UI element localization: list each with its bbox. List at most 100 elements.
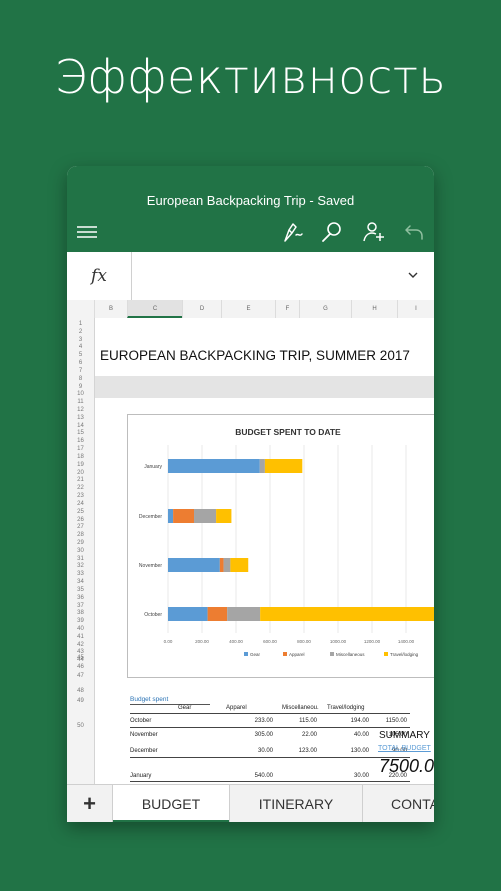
- row-header[interactable]: 20: [67, 470, 94, 476]
- budget-chart[interactable]: BUDGET SPENT TO DATE 0.00 200.00 400.00 600.…: [127, 414, 434, 678]
- row-header[interactable]: 40: [67, 626, 94, 632]
- row-header[interactable]: 5: [67, 352, 94, 358]
- chevron-down-icon[interactable]: [406, 268, 420, 282]
- chart-title: BUDGET SPENT TO DATE: [235, 427, 341, 437]
- column-header-g[interactable]: G: [299, 300, 351, 318]
- table-month-cell: December: [130, 748, 158, 754]
- column-header-i[interactable]: I: [397, 300, 434, 318]
- bar-segment: [219, 558, 224, 572]
- column-header-h[interactable]: H: [351, 300, 397, 318]
- sheet-title: EUROPEAN BACKPACKING TRIP, SUMMER 2017: [100, 348, 410, 363]
- bar-segment: [168, 607, 208, 621]
- column-header-f[interactable]: F: [275, 300, 299, 318]
- total-budget-label: TOTAL BUDGET: [378, 745, 431, 752]
- bar-segment: [259, 459, 265, 473]
- chart-svg: BUDGET SPENT TO DATE 0.00 200.00 400.00 600.…: [139, 427, 434, 657]
- category-label: January: [144, 464, 162, 470]
- tab-contacts[interactable]: CONTA: [363, 785, 434, 822]
- column-header-c[interactable]: C: [127, 300, 182, 318]
- tab-itinerary[interactable]: ITINERARY: [230, 785, 362, 822]
- row-header[interactable]: 24: [67, 501, 94, 507]
- table-value-cell: 540.00: [254, 773, 273, 779]
- row-header[interactable]: 46: [67, 664, 94, 670]
- row-header[interactable]: 12: [67, 407, 94, 413]
- row-header[interactable]: 17: [67, 446, 94, 452]
- row-header[interactable]: 18: [67, 454, 94, 460]
- row-header[interactable]: 35: [67, 587, 94, 593]
- row-header[interactable]: 19: [67, 462, 94, 468]
- row-header[interactable]: 50: [67, 723, 94, 729]
- function-button[interactable]: fx: [67, 252, 132, 300]
- row-header[interactable]: 30: [67, 548, 94, 554]
- row-header[interactable]: 45: [67, 655, 94, 661]
- row-header[interactable]: 7: [67, 368, 94, 374]
- legend-label: Travel/lodging: [390, 652, 419, 657]
- tab-budget[interactable]: BUDGET: [113, 785, 229, 822]
- row-header[interactable]: 29: [67, 540, 94, 546]
- x-tick-label: 0.00: [164, 639, 173, 644]
- table-value-cell: 22.00: [301, 732, 317, 738]
- row-header[interactable]: 27: [67, 524, 94, 530]
- column-header-d[interactable]: D: [182, 300, 221, 318]
- menu-icon[interactable]: [75, 220, 99, 244]
- row-header[interactable]: 47: [67, 673, 94, 679]
- budget-spent-label: Budget spent: [130, 696, 169, 703]
- table-value-cell: 1150.00: [385, 718, 407, 724]
- row-header[interactable]: 38: [67, 610, 94, 616]
- legend-swatch: [244, 652, 248, 656]
- row-header[interactable]: 23: [67, 493, 94, 499]
- x-tick-label: 1000.00: [330, 639, 347, 644]
- add-sheet-button[interactable]: +: [67, 785, 112, 822]
- row-header[interactable]: 42: [67, 642, 94, 648]
- column-header-e[interactable]: E: [221, 300, 275, 318]
- row-header[interactable]: 13: [67, 415, 94, 421]
- row-header[interactable]: 34: [67, 579, 94, 585]
- formula-bar: fx: [67, 252, 434, 301]
- row-header[interactable]: 6: [67, 360, 94, 366]
- x-tick-label: 1400.00: [398, 639, 415, 644]
- undo-icon[interactable]: [403, 220, 427, 244]
- summary-label: SUMMARY: [379, 730, 430, 741]
- row-header[interactable]: 26: [67, 517, 94, 523]
- row-header[interactable]: 28: [67, 532, 94, 538]
- bar-segment: [194, 509, 217, 523]
- row-header[interactable]: 37: [67, 603, 94, 609]
- row-header[interactable]: 31: [67, 556, 94, 562]
- row-header[interactable]: 22: [67, 485, 94, 491]
- row-header[interactable]: 2: [67, 329, 94, 335]
- row-header[interactable]: 16: [67, 438, 94, 444]
- column-header-b[interactable]: B: [94, 300, 127, 318]
- row-header[interactable]: 33: [67, 571, 94, 577]
- row-header[interactable]: 21: [67, 477, 94, 483]
- hero-title: Эффективность: [54, 50, 447, 104]
- sheet-tabs: + BUDGET ITINERARY CONTA: [67, 784, 434, 822]
- row-header[interactable]: 39: [67, 618, 94, 624]
- share-icon[interactable]: [362, 220, 386, 244]
- x-tick-label: 800.00: [297, 639, 311, 644]
- row-header[interactable]: 10: [67, 391, 94, 397]
- legend-label: Apparel: [289, 652, 305, 657]
- row-header[interactable]: 14: [67, 423, 94, 429]
- category-label: November: [139, 563, 162, 569]
- x-tick-label: 600.00: [263, 639, 277, 644]
- row-header[interactable]: 15: [67, 430, 94, 436]
- row-header[interactable]: 32: [67, 563, 94, 569]
- row-header[interactable]: 11: [67, 399, 94, 405]
- row-header[interactable]: 9: [67, 384, 94, 390]
- row-header[interactable]: 1: [67, 321, 94, 327]
- search-icon[interactable]: [320, 220, 344, 244]
- row-header[interactable]: 4: [67, 344, 94, 350]
- row-header[interactable]: 25: [67, 509, 94, 515]
- document-title: European Backpacking Trip - Saved: [146, 193, 355, 208]
- sheet-grid[interactable]: EUROPEAN BACKPACKING TRIP, SUMMER 2017 B…: [95, 318, 434, 784]
- pen-icon[interactable]: [281, 220, 305, 244]
- row-header[interactable]: 41: [67, 634, 94, 640]
- row-header[interactable]: 36: [67, 595, 94, 601]
- row-header[interactable]: 3: [67, 337, 94, 343]
- total-budget-value: 7500.00: [379, 756, 434, 776]
- table-value-cell: 115.00: [299, 718, 317, 724]
- row-header[interactable]: 49: [67, 698, 94, 704]
- formula-input[interactable]: [133, 252, 393, 300]
- row-header[interactable]: 48: [67, 688, 94, 694]
- row-header[interactable]: 8: [67, 376, 94, 382]
